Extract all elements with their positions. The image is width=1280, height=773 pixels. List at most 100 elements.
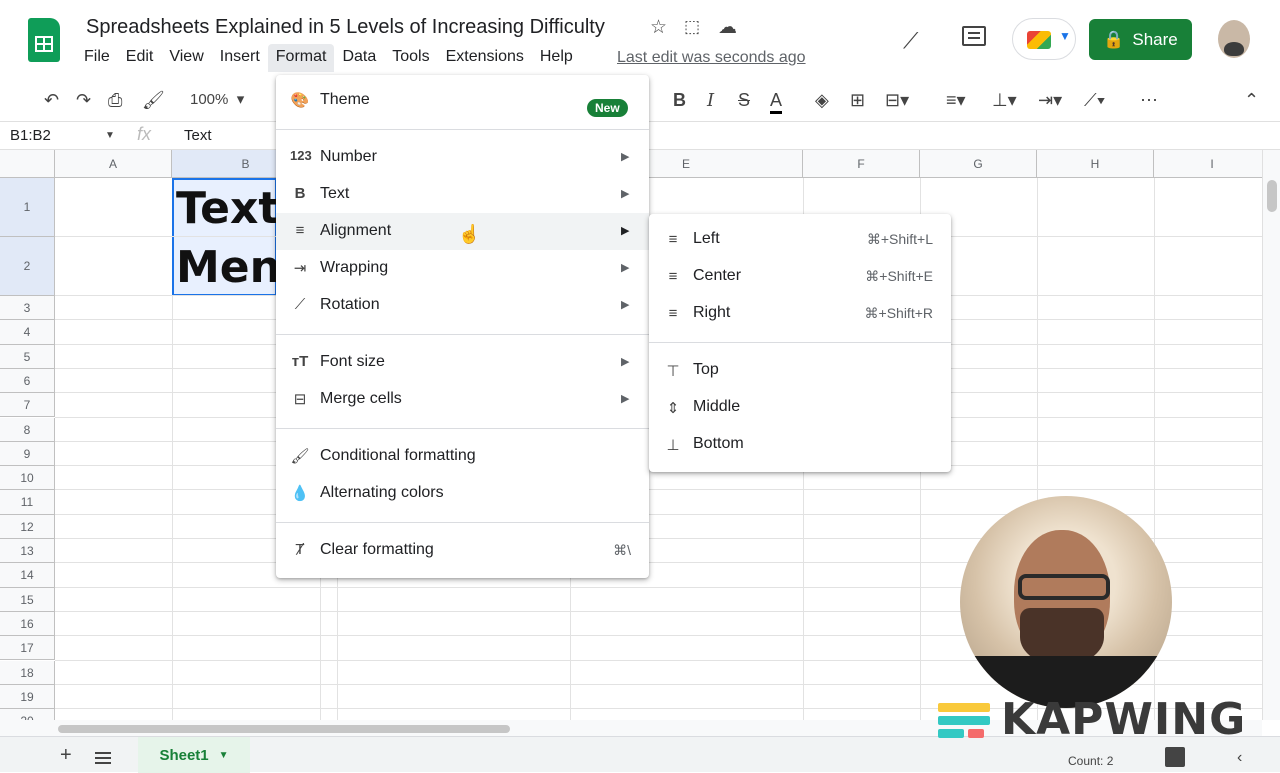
row-header[interactable]: 7 [0,393,55,418]
move-folder-icon[interactable]: ⬚ [684,17,700,37]
row-header[interactable]: 3 [0,296,55,321]
submenu-item-right[interactable]: ≡ Right ⌘+Shift+R [649,296,951,333]
row-header[interactable]: 18 [0,660,55,685]
column-header[interactable]: G [920,150,1037,178]
cell-b1[interactable]: Text [176,183,279,234]
row-header[interactable]: 15 [0,587,55,612]
collapse-toolbar-icon[interactable]: ⌃ [1244,90,1259,111]
name-box[interactable]: B1:B2 ▼ [10,127,115,144]
submenu-item-center[interactable]: ≡ Center ⌘+Shift+E [649,259,951,296]
sheets-logo-icon[interactable] [28,18,60,62]
menu-item-wrapping[interactable]: ⇥ Wrapping ▶ [276,250,649,287]
format-menu: 🎨 Theme New 123 Number ▶ B Text ▶ ≡ Alig… [276,75,649,578]
shortcut-label: ⌘+Shift+R [864,305,933,321]
text-rotation-icon[interactable]: ⟋▾ [1084,90,1105,111]
menu-view[interactable]: View [161,44,211,72]
kapwing-watermark: KAPWING [1001,694,1247,745]
menu-file[interactable]: File [76,44,118,72]
horizontal-align-icon[interactable]: ≡▾ [946,90,966,111]
merge-cells-icon[interactable]: ⊟▾ [885,90,909,111]
row-header[interactable]: 8 [0,417,55,442]
borders-icon[interactable]: ⊞ [850,90,865,111]
row-header[interactable]: 11 [0,490,55,515]
menu-item-font-size[interactable]: тT Font size ▶ [276,344,649,381]
add-sheet-icon[interactable]: + [60,744,72,767]
avatar[interactable] [1218,20,1250,58]
submenu-item-top[interactable]: ⊤ Top [649,353,951,390]
last-edit-link[interactable]: Last edit was seconds ago [617,49,806,67]
row-header[interactable]: 5 [0,344,55,369]
row-header[interactable]: 16 [0,611,55,637]
shortcut-label: ⌘+Shift+E [865,268,933,284]
row-header[interactable]: 2 [0,237,55,296]
scroll-thumb[interactable] [58,725,510,733]
comments-icon[interactable] [962,26,986,46]
submenu-item-bottom[interactable]: ⊥ Bottom [649,427,951,464]
menu-help[interactable]: Help [532,44,581,72]
row-header[interactable]: 12 [0,514,55,539]
column-header[interactable]: I [1154,150,1262,178]
cloud-status-icon[interactable]: ☁ [718,16,737,39]
menu-item-theme[interactable]: 🎨 Theme New [276,82,649,119]
row-header[interactable]: 17 [0,636,55,661]
selection-count[interactable]: Count: 2 [1068,754,1113,768]
column-header[interactable]: F [803,150,920,178]
menu-item-text[interactable]: B Text ▶ [276,176,649,213]
more-icon[interactable]: ⋯ [1140,90,1158,111]
menu-item-alternating-colors[interactable]: 💧 Alternating colors [276,475,649,512]
column-header[interactable]: A [55,150,172,178]
text-color-icon[interactable]: A [770,90,783,114]
share-button[interactable]: 🔒 Share [1089,19,1192,60]
cell-b2[interactable]: Men [176,242,281,293]
menu-extensions[interactable]: Extensions [438,44,532,72]
formula-input[interactable]: Text [184,127,212,144]
menu-item-conditional-formatting[interactable]: 🖌 Conditional formatting [276,438,649,475]
print-icon[interactable]: ⎙ [108,90,122,111]
scroll-thumb[interactable] [1267,180,1277,212]
menu-data[interactable]: Data [334,44,384,72]
row-header[interactable]: 6 [0,368,55,394]
undo-icon[interactable]: ↶ [44,90,59,111]
select-all-corner[interactable] [0,150,55,178]
vertical-scrollbar[interactable] [1262,150,1280,720]
text-wrapping-icon[interactable]: ⇥▾ [1038,90,1062,111]
column-header[interactable]: H [1037,150,1154,178]
meet-button[interactable]: ▼ [1012,18,1076,60]
activity-dashboard-icon[interactable]: ⟋ [903,28,918,54]
italic-icon[interactable]: I [707,90,714,111]
vertical-align-icon[interactable]: ⊥▾ [992,90,1017,111]
submenu-item-middle[interactable]: ⇕ Middle [649,390,951,427]
menu-tools[interactable]: Tools [384,44,437,72]
menu-format[interactable]: Format [267,44,335,72]
all-sheets-icon[interactable] [95,752,111,764]
hand-cursor-icon: ☝ [458,224,481,244]
menu-insert[interactable]: Insert [212,44,268,72]
menu-edit[interactable]: Edit [118,44,162,72]
menu-item-merge-cells[interactable]: ⊟ Merge cells ▶ [276,381,649,418]
row-header[interactable]: 1 [0,178,55,237]
row-header[interactable]: 20 [0,709,55,720]
bold-icon[interactable]: B [673,90,686,111]
fill-color-icon[interactable]: ◈ [815,90,829,111]
zoom-select[interactable]: 100% ▾ [190,90,244,108]
submenu-item-left[interactable]: ≡ Left ⌘+Shift+L [649,222,951,259]
row-header[interactable]: 14 [0,563,55,588]
row-header[interactable]: 10 [0,466,55,491]
star-icon[interactable]: ☆ [650,16,667,39]
menu-item-clear-formatting[interactable]: Ⱦ Clear formatting ⌘\ [276,532,649,569]
row-header[interactable]: 13 [0,539,55,564]
redo-icon[interactable]: ↷ [76,90,91,111]
menu-item-rotation[interactable]: ⟋ Rotation ▶ [276,287,649,324]
document-title[interactable]: Spreadsheets Explained in 5 Levels of In… [86,16,605,39]
row-header[interactable]: 19 [0,684,55,710]
menu-item-number[interactable]: 123 Number ▶ [276,139,649,176]
row-header[interactable]: 9 [0,441,55,467]
paint-format-icon[interactable]: 🖌 [142,90,165,111]
sheet-tab[interactable]: Sheet1 ▼ [138,737,250,773]
row-header[interactable]: 4 [0,320,55,345]
bold-icon: B [294,185,306,202]
explore-icon[interactable] [1165,747,1185,767]
strikethrough-icon[interactable]: S [738,90,750,111]
webcam-overlay [960,496,1172,708]
chevron-left-icon[interactable]: ‹ [1237,749,1242,767]
